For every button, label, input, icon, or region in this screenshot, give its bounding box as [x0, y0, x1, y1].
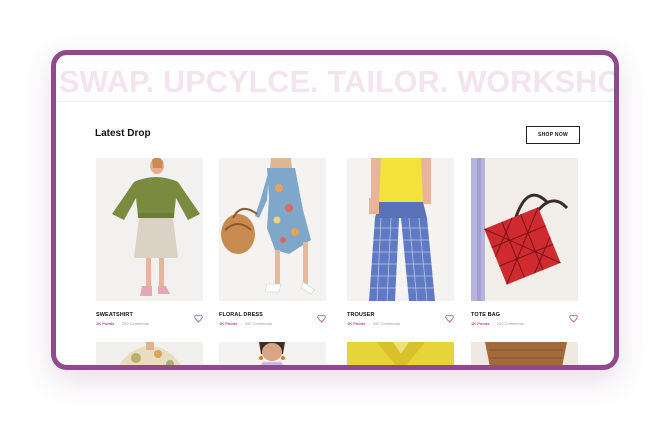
product-card-trouser[interactable]: TROUSER 1K Points · 200 Comments [347, 158, 454, 326]
section-title: Latest Drop [95, 128, 151, 139]
product-image-sweatshirt[interactable] [96, 158, 203, 301]
product-points: 1K Points [219, 321, 238, 326]
product-name: FLORAL DRESS [219, 312, 263, 318]
meta-separator: · [240, 321, 242, 326]
product-meta: 1K Points · 200 Comments [219, 321, 272, 326]
product-image-trouser[interactable] [347, 158, 454, 301]
product-image-floral-dress[interactable] [219, 158, 326, 301]
product-comments: 200 Comments [244, 321, 272, 326]
meta-separator: · [492, 321, 494, 326]
product-card-tote-bag[interactable]: TOTE BAG 1K Points · 200 Comments [471, 158, 578, 326]
product-card-floral-dress[interactable]: FLORAL DRESS 1K Points · 200 Comments [219, 158, 326, 326]
heart-icon[interactable] [317, 314, 326, 323]
product-meta: 1K Points · 200 Comments [96, 321, 149, 326]
product-points: 1K Points [347, 321, 366, 326]
divider [56, 101, 614, 102]
product-image-row2-2[interactable] [219, 342, 326, 365]
meta-separator: · [117, 321, 119, 326]
product-points: 1K Points [96, 321, 115, 326]
heart-icon[interactable] [445, 314, 454, 323]
stage: SWAP. UPCYLCE. TAILOR. WORKSHOPS Latest … [0, 0, 669, 427]
product-image-tote-bag[interactable] [471, 158, 578, 301]
product-image-row2-4[interactable] [471, 342, 578, 365]
product-name: SWEATSHIRT [96, 312, 133, 318]
product-comments: 200 Comments [372, 321, 400, 326]
product-comments: 200 Comments [121, 321, 149, 326]
product-name: TOTE BAG [471, 312, 501, 318]
shop-now-button[interactable]: SHOP NOW [526, 126, 580, 144]
app-window: SWAP. UPCYLCE. TAILOR. WORKSHOPS Latest … [51, 50, 619, 370]
meta-separator: · [368, 321, 370, 326]
product-card-sweatshirt[interactable]: SWEATSHIRT 1K Points · 200 Comments [96, 158, 203, 326]
product-name: TROUSER [347, 312, 375, 318]
product-meta: 1K Points · 200 Comments [347, 321, 400, 326]
product-image-row2-3[interactable] [347, 342, 454, 365]
heart-icon[interactable] [569, 314, 578, 323]
banner-text: SWAP. UPCYLCE. TAILOR. WORKSHOPS [59, 65, 619, 99]
product-points: 1K Points [471, 321, 490, 326]
product-image-row2-1[interactable] [96, 342, 203, 365]
product-meta: 1K Points · 200 Comments [471, 321, 524, 326]
heart-icon[interactable] [194, 314, 203, 323]
product-comments: 200 Comments [496, 321, 524, 326]
